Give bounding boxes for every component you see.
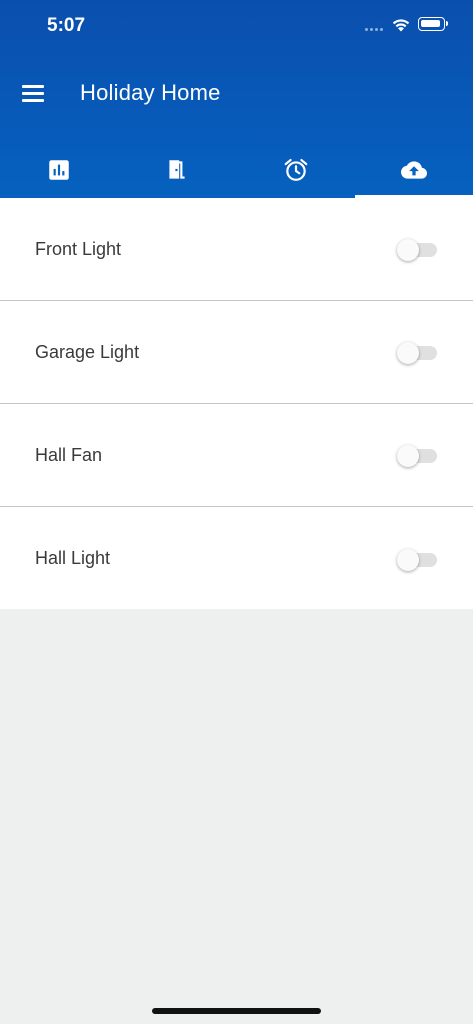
switch-thumb: [397, 342, 419, 364]
device-label: Front Light: [35, 238, 122, 259]
device-toggle-switch[interactable]: [397, 237, 439, 261]
battery-icon: [418, 17, 448, 31]
device-label: Hall Fan: [35, 444, 103, 465]
list-item: Front Light: [0, 198, 473, 301]
signal-dots-icon: [365, 28, 385, 32]
device-list: Front Light Garage Light Hall Fan Hall L…: [0, 198, 473, 609]
device-label: Hall Light: [35, 548, 111, 568]
switch-thumb: [397, 548, 419, 571]
status-time: 5:07: [47, 15, 86, 36]
list-item: Garage Light: [0, 301, 473, 404]
cloud-upload-icon: [400, 161, 427, 179]
bar-chart-icon: [49, 160, 69, 180]
app-title: Holiday Home: [80, 80, 221, 105]
tab-statistics[interactable]: [0, 142, 118, 198]
status-bar: 5:07: [0, 0, 473, 50]
list-item: Hall Light: [0, 507, 473, 610]
door-icon: [169, 160, 185, 179]
alarm-clock-icon: [284, 158, 307, 181]
list-item: Hall Fan: [0, 404, 473, 507]
device-toggle-switch[interactable]: [397, 443, 439, 467]
wifi-icon: [392, 19, 410, 32]
menu-icon: [22, 85, 44, 102]
header: 5:07 Holiday Home: [0, 0, 473, 198]
switch-thumb: [397, 445, 419, 467]
device-label: Garage Light: [35, 341, 140, 362]
home-indicator[interactable]: [152, 1008, 321, 1014]
device-toggle-switch[interactable]: [397, 340, 439, 364]
tab-bar: [0, 142, 473, 198]
tab-switches[interactable]: [354, 142, 473, 198]
switch-thumb: [397, 239, 419, 261]
tab-doors[interactable]: [118, 142, 236, 198]
app-bar: Holiday Home: [0, 60, 473, 126]
device-toggle-switch[interactable]: [397, 547, 439, 571]
menu-button[interactable]: [14, 74, 52, 112]
tab-alarms[interactable]: [237, 142, 355, 198]
